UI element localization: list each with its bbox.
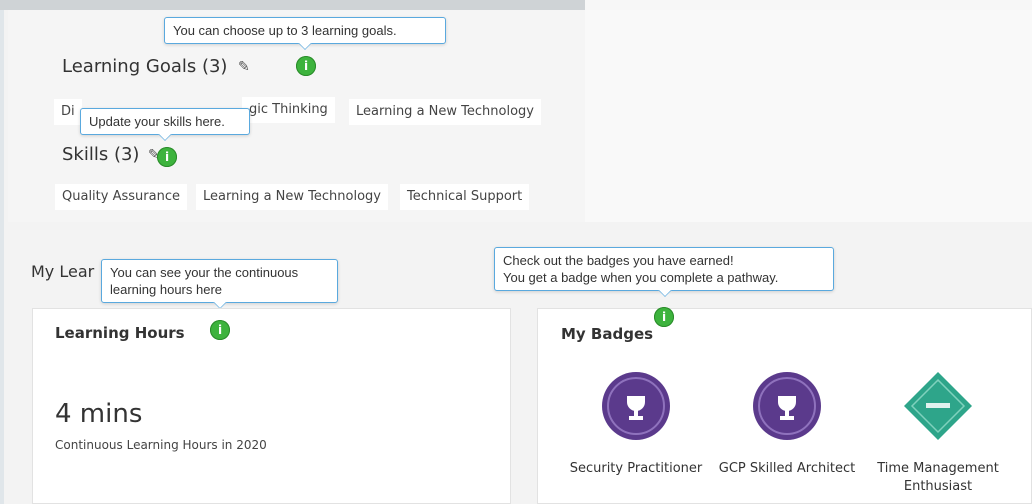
learning-hours-tooltip: You can see your the continuous learning… — [101, 259, 338, 303]
skill-chip: Learning a New Technology — [196, 184, 388, 210]
skills-tooltip: Update your skills here. — [80, 108, 250, 135]
tooltip-line: You can see your the continuous — [110, 265, 299, 280]
tooltip-line: learning hours here — [110, 282, 223, 297]
info-icon[interactable]: i — [296, 56, 316, 76]
trophy-badge-icon — [753, 372, 821, 440]
badge-label: Enthusiast — [903, 479, 973, 494]
badge-label: Time Management — [877, 461, 999, 476]
trophy-badge-icon — [602, 372, 670, 440]
badges-tooltip: Check out the badges you have earned! Yo… — [494, 247, 834, 291]
info-icon[interactable]: i — [210, 320, 230, 340]
learning-goals-tooltip: You can choose up to 3 learning goals. — [164, 17, 446, 44]
learning-hours-title: Learning Hours — [55, 324, 185, 342]
info-icon[interactable]: i — [654, 307, 674, 327]
pencil-icon[interactable]: ✎ — [238, 58, 250, 75]
learning-goal-chip: gic Thinking — [242, 97, 335, 123]
badge-time-management-enthusiast[interactable]: Time Management Enthusiast — [868, 370, 1008, 496]
badge-label: Security Practitioner — [569, 461, 703, 476]
my-badges-title: My Badges — [561, 325, 654, 343]
tooltip-line: Check out the badges you have earned! — [503, 253, 734, 268]
learning-goal-chip: Di — [54, 99, 82, 125]
learning-goals-title: Learning Goals (3) — [62, 56, 228, 77]
badge-gcp-skilled-architect[interactable]: GCP Skilled Architect — [716, 370, 858, 478]
skill-chip: Quality Assurance — [55, 184, 187, 210]
tooltip-line: You get a badge when you complete a path… — [503, 270, 779, 285]
header-strip-right — [585, 0, 1032, 10]
my-learning-heading: My Lear — [31, 262, 95, 281]
profile-side-area — [585, 10, 1032, 222]
badge-label: GCP Skilled Architect — [718, 461, 856, 476]
skill-chip: Technical Support — [400, 184, 530, 210]
info-icon[interactable]: i — [157, 147, 177, 167]
learning-hours-value: 4 mins — [55, 399, 143, 429]
skills-title: Skills (3) — [62, 144, 140, 165]
profile-header-strip — [0, 0, 585, 10]
learning-goal-chip: Learning a New Technology — [349, 99, 541, 125]
badge-security-practitioner[interactable]: Security Practitioner — [566, 370, 706, 478]
diamond-badge-icon — [904, 372, 972, 440]
learning-hours-caption: Continuous Learning Hours in 2020 — [55, 438, 267, 452]
